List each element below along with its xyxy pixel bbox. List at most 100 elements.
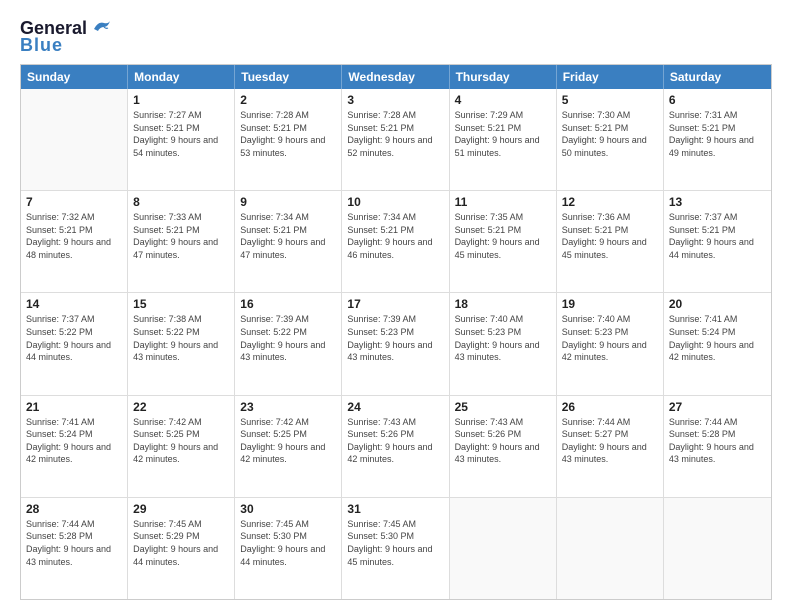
calendar-day-cell: 19Sunrise: 7:40 AMSunset: 5:23 PMDayligh…	[557, 293, 664, 394]
weekday-header: Wednesday	[342, 65, 449, 89]
daylight-text-cont: 43 minutes.	[347, 351, 443, 364]
daylight-text-cont: 44 minutes.	[669, 249, 766, 262]
weekday-header: Thursday	[450, 65, 557, 89]
daylight-text: Daylight: 9 hours and	[347, 441, 443, 454]
daylight-text: Daylight: 9 hours and	[347, 134, 443, 147]
sunrise-text: Sunrise: 7:30 AM	[562, 109, 658, 122]
daylight-text-cont: 43 minutes.	[133, 351, 229, 364]
daylight-text-cont: 49 minutes.	[669, 147, 766, 160]
daylight-text: Daylight: 9 hours and	[26, 543, 122, 556]
sunrise-text: Sunrise: 7:45 AM	[347, 518, 443, 531]
day-number: 18	[455, 297, 551, 311]
day-number: 9	[240, 195, 336, 209]
sunrise-text: Sunrise: 7:27 AM	[133, 109, 229, 122]
calendar-day-cell: 25Sunrise: 7:43 AMSunset: 5:26 PMDayligh…	[450, 396, 557, 497]
logo-bird-icon	[90, 19, 112, 37]
daylight-text-cont: 44 minutes.	[133, 556, 229, 569]
sunrise-text: Sunrise: 7:36 AM	[562, 211, 658, 224]
sunset-text: Sunset: 5:21 PM	[133, 224, 229, 237]
sunset-text: Sunset: 5:23 PM	[562, 326, 658, 339]
sunset-text: Sunset: 5:21 PM	[669, 122, 766, 135]
sunset-text: Sunset: 5:22 PM	[240, 326, 336, 339]
daylight-text: Daylight: 9 hours and	[133, 339, 229, 352]
calendar-row: 21Sunrise: 7:41 AMSunset: 5:24 PMDayligh…	[21, 396, 771, 498]
day-number: 28	[26, 502, 122, 516]
sunset-text: Sunset: 5:21 PM	[455, 122, 551, 135]
sunrise-text: Sunrise: 7:40 AM	[455, 313, 551, 326]
day-number: 31	[347, 502, 443, 516]
day-number: 4	[455, 93, 551, 107]
sunset-text: Sunset: 5:22 PM	[133, 326, 229, 339]
daylight-text: Daylight: 9 hours and	[562, 339, 658, 352]
sunset-text: Sunset: 5:22 PM	[26, 326, 122, 339]
calendar-day-cell: 23Sunrise: 7:42 AMSunset: 5:25 PMDayligh…	[235, 396, 342, 497]
day-number: 30	[240, 502, 336, 516]
sunrise-text: Sunrise: 7:29 AM	[455, 109, 551, 122]
daylight-text: Daylight: 9 hours and	[455, 134, 551, 147]
daylight-text-cont: 43 minutes.	[669, 453, 766, 466]
calendar-day-cell: 6Sunrise: 7:31 AMSunset: 5:21 PMDaylight…	[664, 89, 771, 190]
weekday-header: Tuesday	[235, 65, 342, 89]
daylight-text: Daylight: 9 hours and	[240, 339, 336, 352]
calendar-day-cell: 2Sunrise: 7:28 AMSunset: 5:21 PMDaylight…	[235, 89, 342, 190]
empty-cell	[450, 498, 557, 599]
sunrise-text: Sunrise: 7:43 AM	[455, 416, 551, 429]
daylight-text-cont: 45 minutes.	[347, 556, 443, 569]
calendar-day-cell: 4 Sunrise: 7:29 AMSunset: 5:21 PMDaylight…	[450, 89, 557, 190]
calendar-day-cell: 9Sunrise: 7:34 AMSunset: 5:21 PMDaylight…	[235, 191, 342, 292]
sunset-text: Sunset: 5:21 PM	[347, 224, 443, 237]
calendar-day-cell: 15 Sunrise: 7:38 AMSunset: 5:22 PMDayligh…	[128, 293, 235, 394]
calendar-day-cell: 8Sunrise: 7:33 AMSunset: 5:21 PMDaylight…	[128, 191, 235, 292]
calendar-body: 1Sunrise: 7:27 AMSunset: 5:21 PMDaylight…	[21, 89, 771, 599]
daylight-text-cont: 43 minutes.	[455, 453, 551, 466]
daylight-text: Daylight: 9 hours and	[562, 134, 658, 147]
day-number: 14	[26, 297, 122, 311]
daylight-text-cont: 42 minutes.	[562, 351, 658, 364]
empty-cell	[557, 498, 664, 599]
calendar-day-cell: 10Sunrise: 7:34 AMSunset: 5:21 PMDayligh…	[342, 191, 449, 292]
sunrise-text: Sunrise: 7:35 AM	[455, 211, 551, 224]
calendar-day-cell: 21Sunrise: 7:41 AMSunset: 5:24 PMDayligh…	[21, 396, 128, 497]
daylight-text-cont: 46 minutes.	[347, 249, 443, 262]
sunset-text: Sunset: 5:25 PM	[240, 428, 336, 441]
sunset-text: Sunset: 5:23 PM	[347, 326, 443, 339]
day-number: 11	[455, 195, 551, 209]
day-number: 15	[133, 297, 229, 311]
sunset-text: Sunset: 5:21 PM	[133, 122, 229, 135]
sunset-text: Sunset: 5:26 PM	[347, 428, 443, 441]
daylight-text: Daylight: 9 hours and	[669, 339, 766, 352]
daylight-text: Daylight: 9 hours and	[562, 441, 658, 454]
sunrise-text: Sunrise: 7:33 AM	[133, 211, 229, 224]
calendar-day-cell: 29Sunrise: 7:45 AMSunset: 5:29 PMDayligh…	[128, 498, 235, 599]
day-number: 24	[347, 400, 443, 414]
calendar: SundayMondayTuesdayWednesdayThursdayFrid…	[20, 64, 772, 600]
calendar-day-cell: 12Sunrise: 7:36 AMSunset: 5:21 PMDayligh…	[557, 191, 664, 292]
daylight-text-cont: 47 minutes.	[240, 249, 336, 262]
daylight-text: Daylight: 9 hours and	[240, 441, 336, 454]
sunset-text: Sunset: 5:24 PM	[669, 326, 766, 339]
calendar-day-cell: 11Sunrise: 7:35 AMSunset: 5:21 PMDayligh…	[450, 191, 557, 292]
sunrise-text: Sunrise: 7:41 AM	[26, 416, 122, 429]
daylight-text-cont: 48 minutes.	[26, 249, 122, 262]
calendar-day-cell: 28Sunrise: 7:44 AMSunset: 5:28 PMDayligh…	[21, 498, 128, 599]
sunset-text: Sunset: 5:21 PM	[26, 224, 122, 237]
calendar-day-cell: 22Sunrise: 7:42 AMSunset: 5:25 PMDayligh…	[128, 396, 235, 497]
sunset-text: Sunset: 5:21 PM	[240, 224, 336, 237]
calendar-day-cell: 24Sunrise: 7:43 AMSunset: 5:26 PMDayligh…	[342, 396, 449, 497]
calendar-row: 14Sunrise: 7:37 AMSunset: 5:22 PMDayligh…	[21, 293, 771, 395]
sunrise-text: Sunrise: 7:38 AM	[133, 313, 229, 326]
sunset-text: Sunset: 5:21 PM	[240, 122, 336, 135]
empty-cell	[21, 89, 128, 190]
sunrise-text: Sunrise: 7:37 AM	[26, 313, 122, 326]
weekday-header: Friday	[557, 65, 664, 89]
logo: General Blue	[20, 18, 112, 56]
daylight-text-cont: 43 minutes.	[240, 351, 336, 364]
calendar-day-cell: 1Sunrise: 7:27 AMSunset: 5:21 PMDaylight…	[128, 89, 235, 190]
daylight-text: Daylight: 9 hours and	[26, 441, 122, 454]
daylight-text: Daylight: 9 hours and	[347, 543, 443, 556]
weekday-header: Sunday	[21, 65, 128, 89]
daylight-text: Daylight: 9 hours and	[133, 441, 229, 454]
day-number: 12	[562, 195, 658, 209]
daylight-text-cont: 53 minutes.	[240, 147, 336, 160]
sunset-text: Sunset: 5:21 PM	[669, 224, 766, 237]
